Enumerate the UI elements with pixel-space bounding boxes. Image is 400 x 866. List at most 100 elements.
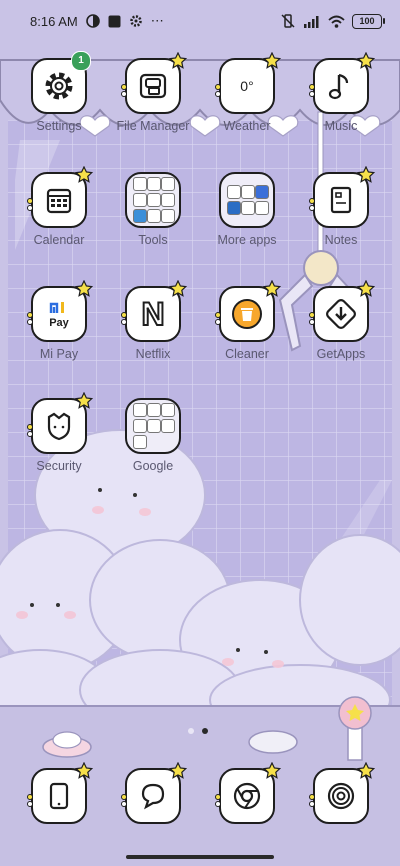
phone-icon	[49, 782, 69, 810]
chain-icon	[27, 794, 33, 807]
page-indicator[interactable]	[188, 728, 208, 734]
mini-app-icon	[227, 185, 241, 199]
phone-tile	[27, 762, 93, 824]
app-label: File Manager	[116, 119, 190, 133]
chain-icon	[309, 84, 315, 97]
mi-pay-text: Pay	[49, 316, 69, 329]
chrome-icon	[233, 782, 261, 810]
app-file-manager[interactable]: File Manager	[108, 52, 198, 133]
folder-preview	[227, 185, 269, 215]
star-icon	[169, 762, 187, 779]
star-icon	[263, 280, 281, 297]
mini-app-icon	[161, 209, 175, 223]
folder-preview	[133, 177, 175, 223]
mini-app-icon	[133, 177, 147, 191]
app-folder-tools[interactable]: Tools	[108, 172, 198, 247]
dock-phone[interactable]	[27, 762, 93, 824]
settings-tile: 1	[31, 51, 91, 114]
dock-messages[interactable]	[121, 762, 187, 824]
app-mi-pay[interactable]: Pay Mi Pay	[14, 280, 104, 361]
cleaner-tile	[215, 280, 281, 342]
app-label: Security	[36, 459, 82, 473]
gesture-nav-bar[interactable]	[126, 855, 274, 859]
star-icon	[169, 52, 187, 69]
star-icon	[169, 280, 187, 297]
star-icon	[75, 392, 93, 409]
google-folder-tile	[125, 398, 181, 454]
app-music[interactable]: Music	[296, 52, 386, 133]
star-icon	[75, 166, 93, 183]
app-cleaner[interactable]: Cleaner	[202, 280, 292, 361]
music-tile	[309, 52, 375, 114]
notification-badge: 1	[71, 51, 91, 71]
star-icon	[357, 762, 375, 779]
app-security[interactable]: Security	[14, 392, 104, 473]
gear-icon	[129, 15, 142, 27]
app-label: Settings	[36, 119, 82, 133]
status-time: 8:16 AM	[30, 13, 78, 29]
chain-icon	[27, 312, 33, 325]
chrome-tile	[215, 762, 281, 824]
dock-camera[interactable]	[309, 762, 375, 824]
mini-app-icon	[241, 185, 255, 199]
chain-icon	[309, 198, 315, 211]
mini-app-icon	[133, 403, 147, 417]
signal-icon	[304, 15, 319, 28]
camera-icon	[327, 782, 355, 810]
chain-icon	[121, 794, 127, 807]
folder-preview	[133, 403, 175, 449]
download-icon	[326, 299, 356, 329]
app-label: Weather	[223, 119, 271, 133]
app-notes[interactable]: Notes	[296, 166, 386, 247]
weather-tile: 0°	[215, 52, 281, 114]
music-note-icon	[328, 73, 349, 100]
more-notifications-icon: ⋯	[150, 13, 165, 28]
star-icon	[263, 52, 281, 69]
star-icon	[357, 52, 375, 69]
shield-cat-icon	[47, 412, 71, 441]
mini-app-icon	[255, 201, 269, 215]
security-tile	[27, 392, 93, 454]
mini-app-icon	[147, 209, 161, 223]
app-weather[interactable]: 0° Weather	[202, 52, 292, 133]
mi-pay-tile: Pay	[27, 280, 93, 342]
notepad-icon	[330, 186, 352, 214]
mini-app-icon	[133, 209, 147, 223]
battery-indicator: 100	[352, 13, 385, 29]
mi-logo-icon	[49, 301, 64, 313]
star-icon	[357, 166, 375, 183]
app-folder-google[interactable]: Google	[108, 398, 198, 473]
mini-app-icon	[133, 419, 147, 433]
app-label: Tools	[138, 233, 168, 247]
mini-app-icon	[147, 419, 161, 433]
app-label: GetApps	[316, 347, 366, 361]
mini-app-icon	[147, 177, 161, 191]
app-getapps[interactable]: GetApps	[296, 280, 386, 361]
app-folder-more-apps[interactable]: More apps	[202, 172, 292, 247]
app-settings[interactable]: 1 Settings	[14, 51, 104, 133]
mini-app-icon	[255, 185, 269, 199]
page-dot	[188, 728, 194, 734]
star-icon	[357, 280, 375, 297]
mini-app-icon	[133, 435, 147, 449]
app-label: Calendar	[33, 233, 85, 247]
dock-chrome[interactable]	[215, 762, 281, 824]
mini-app-icon	[133, 193, 147, 207]
mini-app-icon	[161, 177, 175, 191]
app-label: More apps	[217, 233, 277, 247]
app-label: Netflix	[135, 347, 171, 361]
chain-icon	[215, 794, 221, 807]
chain-icon	[27, 198, 33, 211]
app-netflix[interactable]: N Netflix	[108, 280, 198, 361]
chain-icon	[121, 312, 127, 325]
app-calendar[interactable]: Calendar	[14, 166, 104, 247]
mini-app-icon	[241, 201, 255, 215]
gear-icon	[45, 72, 73, 100]
getapps-tile	[309, 280, 375, 342]
chain-icon	[309, 794, 315, 807]
camera-tile	[309, 762, 375, 824]
chain-icon	[215, 84, 221, 97]
netflix-tile: N	[121, 280, 187, 342]
netflix-logo: N	[140, 295, 165, 333]
app-label: Mi Pay	[39, 347, 79, 361]
